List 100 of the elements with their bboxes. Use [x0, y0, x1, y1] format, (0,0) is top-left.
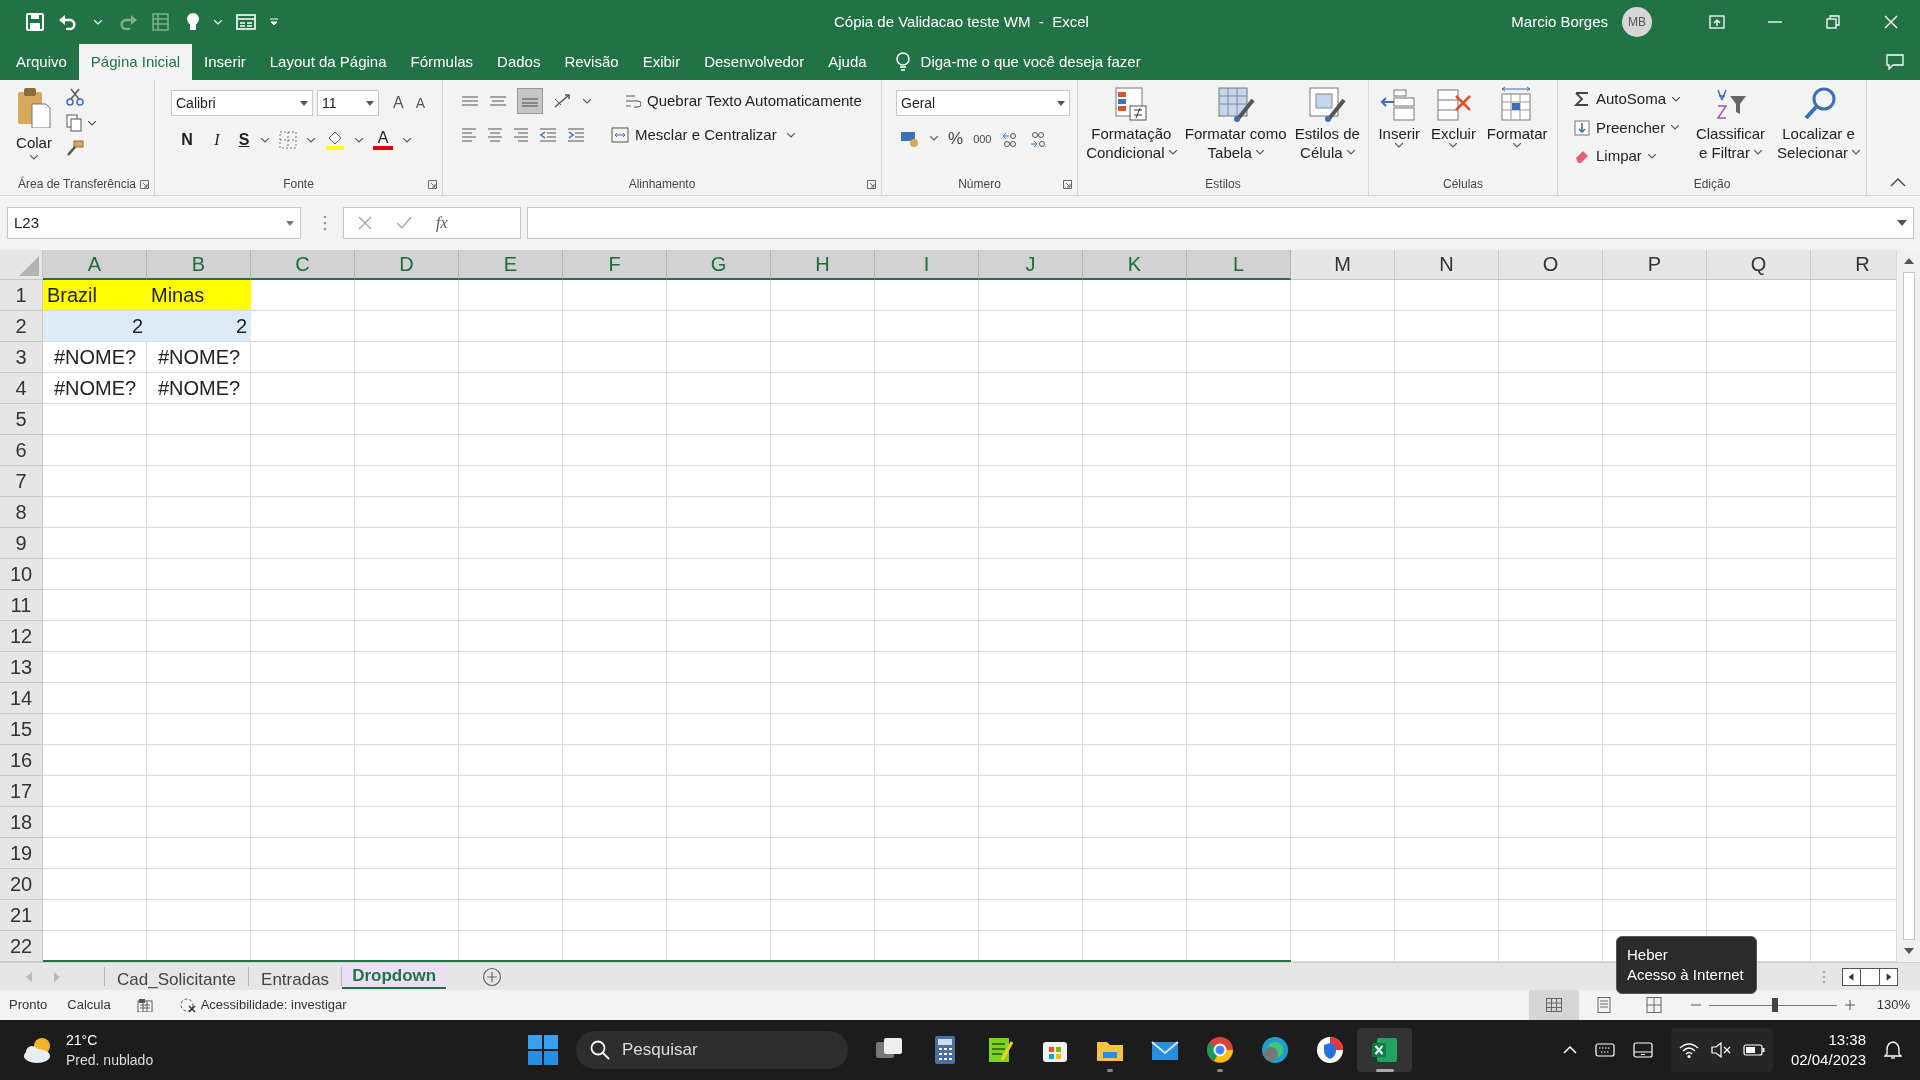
font-size-dropdown[interactable]: 11: [317, 90, 379, 116]
column-header[interactable]: C: [251, 250, 355, 280]
row-header[interactable]: 9: [0, 528, 43, 559]
row-header[interactable]: 21: [0, 900, 43, 931]
horizontal-scrollbar[interactable]: [1842, 967, 1898, 986]
ribbon-tab[interactable]: Revisão: [552, 44, 631, 80]
caret-icon[interactable]: [1672, 96, 1681, 102]
caret-icon[interactable]: [261, 137, 269, 143]
sheet-tab[interactable]: Dropdown: [342, 963, 447, 989]
styles-button[interactable]: Estilos de Célula: [1294, 86, 1360, 162]
clear-button[interactable]: Limpar: [1574, 145, 1682, 168]
row-header[interactable]: 7: [0, 466, 43, 497]
form-icon[interactable]: [236, 14, 256, 30]
ribbon-tab[interactable]: Ajuda: [816, 44, 879, 80]
ribbon-tab[interactable]: Inserir: [192, 44, 258, 80]
column-header[interactable]: B: [147, 250, 251, 280]
row-header[interactable]: 20: [0, 869, 43, 900]
column-header[interactable]: K: [1083, 250, 1187, 280]
caret-icon[interactable]: [1753, 150, 1762, 155]
chevron-up-icon[interactable]: [1562, 1046, 1577, 1054]
collapse-ribbon-icon[interactable]: [1890, 178, 1906, 187]
normal-view-button[interactable]: [1528, 990, 1579, 1020]
notification-bell-icon[interactable]: [1884, 1040, 1902, 1060]
thousands-separator-button[interactable]: 000: [973, 130, 992, 147]
font-name-dropdown[interactable]: Calibri: [171, 90, 313, 116]
comment-icon[interactable]: [1886, 54, 1904, 70]
scroll-up-icon[interactable]: [1903, 258, 1914, 264]
drag-handle-icon[interactable]: [323, 215, 327, 231]
ribbon-tab[interactable]: Exibir: [630, 44, 693, 80]
format-painter-icon[interactable]: [66, 140, 84, 156]
column-header[interactable]: G: [667, 250, 771, 280]
vertical-scrollbar[interactable]: [1896, 250, 1920, 962]
row-header[interactable]: 15: [0, 714, 43, 745]
save-icon[interactable]: [26, 13, 44, 31]
font-color-button[interactable]: A: [373, 130, 393, 150]
column-header[interactable]: N: [1395, 250, 1499, 280]
copy-icon[interactable]: [66, 114, 82, 132]
column-header[interactable]: L: [1187, 250, 1291, 280]
merge-center-button[interactable]: Mesclar e Centralizar: [611, 124, 777, 147]
currency-icon[interactable]: [900, 129, 920, 148]
ribbon-tab[interactable]: Dados: [485, 44, 553, 80]
zoom-in-icon[interactable]: [1844, 1000, 1855, 1010]
underline-button[interactable]: S: [237, 128, 251, 152]
lightbulb-icon[interactable]: [186, 13, 200, 31]
formula-input[interactable]: [527, 207, 1914, 239]
drag-handle-icon[interactable]: [1822, 969, 1826, 984]
caret-icon[interactable]: [1671, 125, 1680, 131]
dialog-launcher-icon[interactable]: [867, 180, 876, 189]
ribbon-tab[interactable]: Layout da Página: [257, 44, 399, 80]
row-header[interactable]: 3: [0, 342, 43, 373]
row-header[interactable]: 1: [0, 280, 43, 311]
row-header[interactable]: 11: [0, 590, 43, 621]
row-header[interactable]: 6: [0, 435, 43, 466]
cut-icon[interactable]: [66, 88, 84, 106]
caret-icon[interactable]: [786, 132, 795, 138]
row-header[interactable]: 17: [0, 776, 43, 807]
shrink-font-button[interactable]: A: [411, 92, 429, 114]
column-header[interactable]: E: [459, 250, 563, 280]
caret-icon[interactable]: [1168, 150, 1177, 155]
caret-icon[interactable]: [403, 137, 411, 143]
keyboard-icon[interactable]: [1594, 1043, 1615, 1057]
column-header[interactable]: H: [771, 250, 875, 280]
row-header[interactable]: 22: [0, 931, 43, 962]
muted-speaker-icon[interactable]: [1710, 1042, 1731, 1058]
row-header[interactable]: 14: [0, 683, 43, 714]
caret-icon[interactable]: [1449, 143, 1458, 148]
caret-icon[interactable]: [1852, 150, 1860, 155]
orientation-icon[interactable]: [553, 93, 573, 109]
insert-function-button[interactable]: fx: [436, 211, 448, 235]
caret-icon[interactable]: [1513, 143, 1522, 148]
ribbon-tab[interactable]: Desenvolvedor: [692, 44, 817, 80]
row-header[interactable]: 5: [0, 404, 43, 435]
wrap-text-button[interactable]: Quebrar Texto Automaticamente: [625, 89, 862, 113]
cells-button[interactable]: Formatar: [1486, 86, 1548, 148]
wifi-icon[interactable]: [1678, 1042, 1699, 1058]
zoom-slider[interactable]: [1708, 998, 1837, 1012]
column-header[interactable]: A: [43, 250, 147, 280]
find-select-button[interactable]: Localizar e Selecionar: [1777, 86, 1860, 162]
grow-font-button[interactable]: A: [389, 91, 408, 115]
increase-indent-icon[interactable]: [567, 127, 585, 144]
caret-icon[interactable]: [930, 136, 938, 142]
column-header[interactable]: O: [1499, 250, 1603, 280]
tell-me-search[interactable]: Diga-me o que você deseja fazer: [920, 50, 1141, 74]
row-header[interactable]: 12: [0, 621, 43, 652]
row-header[interactable]: 8: [0, 497, 43, 528]
caret-icon[interactable]: [1346, 150, 1355, 155]
macro-recording-icon[interactable]: [136, 998, 153, 1012]
styles-button[interactable]: Formatar como Tabela: [1184, 86, 1287, 162]
caret-icon[interactable]: [583, 98, 591, 104]
decrease-decimal-icon[interactable]: [1029, 129, 1048, 148]
ribbon-tab[interactable]: Arquivo: [4, 44, 79, 80]
clock-time[interactable]: 13:38: [1828, 1030, 1866, 1050]
column-header[interactable]: I: [875, 250, 979, 280]
fill-color-icon[interactable]: [325, 130, 345, 150]
row-header[interactable]: 10: [0, 559, 43, 590]
row-header[interactable]: 13: [0, 652, 43, 683]
user-avatar[interactable]: MB: [1622, 7, 1652, 37]
zoom-level[interactable]: 130%: [1876, 995, 1910, 1015]
battery-icon[interactable]: [1742, 1044, 1765, 1056]
scroll-down-icon[interactable]: [1903, 948, 1914, 954]
